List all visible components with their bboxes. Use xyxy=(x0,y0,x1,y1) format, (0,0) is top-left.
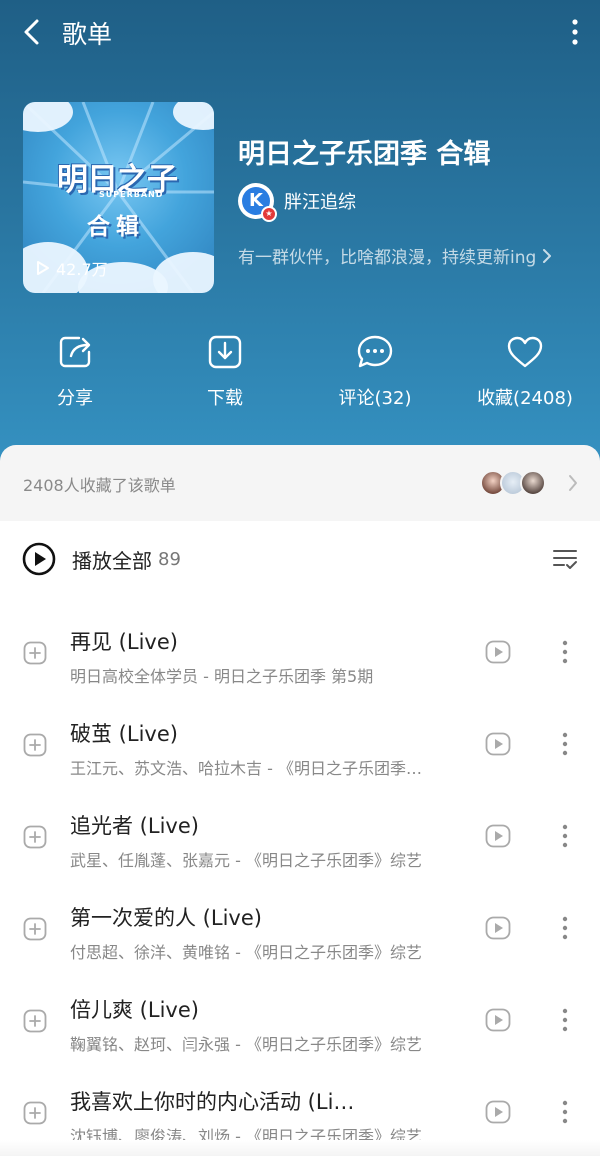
play-count-value: 42.7万 xyxy=(56,260,108,279)
comment-icon xyxy=(357,335,393,368)
song-title: 倍儿爽 (Live) xyxy=(70,998,199,1022)
song-meta: 明日高校全体学员 - 明日之子乐团季 第5期 xyxy=(70,667,374,686)
add-song-icon[interactable] xyxy=(23,733,47,757)
playlist-title: 明日之子乐团季 合辑 xyxy=(238,139,491,170)
play-all-button[interactable]: 播放全部 89 xyxy=(22,542,181,576)
song-row[interactable]: 破茧 (Live) 王江元、苏文浩、哈拉木吉 - 《明日之子乐团季… xyxy=(0,699,600,791)
creator-avatar[interactable]: K ★ xyxy=(238,183,277,222)
add-song-icon[interactable] xyxy=(23,917,47,941)
song-row[interactable]: 再见 (Live) 明日高校全体学员 - 明日之子乐团季 第5期 xyxy=(0,607,600,699)
creator-info[interactable]: K ★ 胖汪追综 xyxy=(238,183,356,222)
song-list: 播放全部 89 再见 (Live) 明日高校全体学员 - 明日之子乐团季 第5期 xyxy=(0,521,600,1156)
song-title: 第一次爱的人 (Live) xyxy=(70,906,262,930)
description-text: 有一群伙伴，比啥都浪漫，持续更新ing xyxy=(238,248,537,268)
chevron-left-icon xyxy=(24,19,39,45)
more-vertical-icon[interactable] xyxy=(559,731,571,757)
song-meta: 武星、任胤蓬、张嘉元 - 《明日之子乐团季》综艺 xyxy=(70,851,422,870)
cover-sub-text: SUPERBAND xyxy=(99,190,164,199)
more-options-button[interactable] xyxy=(568,18,582,46)
share-label: 分享 xyxy=(57,388,93,409)
more-vertical-icon[interactable] xyxy=(559,823,571,849)
comment-label: 评论(32) xyxy=(338,388,412,409)
video-play-icon[interactable] xyxy=(485,916,511,940)
song-title: 追光者 (Live) xyxy=(70,814,199,838)
play-circle-icon xyxy=(22,542,56,576)
song-row[interactable]: 追光者 (Live) 武星、任胤蓬、张嘉元 - 《明日之子乐团季》综艺 xyxy=(0,791,600,883)
list-check-icon xyxy=(553,550,577,569)
video-play-icon[interactable] xyxy=(485,640,511,664)
more-vertical-icon xyxy=(572,19,578,45)
playlist-description[interactable]: 有一群伙伴，比啥都浪漫，持续更新ing xyxy=(238,243,552,268)
song-meta: 王江元、苏文浩、哈拉木吉 - 《明日之子乐团季… xyxy=(70,759,422,778)
collector-avatars xyxy=(480,470,550,496)
favorite-label: 收藏(2408) xyxy=(477,388,573,409)
collectors-row[interactable]: 2408人收藏了该歌单 xyxy=(0,445,600,521)
download-label: 下载 xyxy=(207,388,243,409)
action-bar: 分享 下载 评论(32) 收藏(2408) xyxy=(0,330,600,420)
favorite-button[interactable]: 收藏(2408) xyxy=(450,330,600,410)
page-title: 歌单 xyxy=(62,20,113,49)
bottom-edge xyxy=(0,1140,600,1156)
more-vertical-icon[interactable] xyxy=(559,639,571,665)
heart-icon xyxy=(507,336,543,368)
collectors-text: 2408人收藏了该歌单 xyxy=(23,476,176,495)
add-song-icon[interactable] xyxy=(23,1101,47,1125)
song-meta: 付思超、徐洋、黄唯铭 - 《明日之子乐团季》综艺 xyxy=(70,943,422,962)
multi-select-button[interactable] xyxy=(552,547,578,575)
avatar xyxy=(520,470,546,496)
add-song-icon[interactable] xyxy=(23,825,47,849)
star-badge-icon: ★ xyxy=(261,206,277,222)
more-vertical-icon[interactable] xyxy=(559,1007,571,1033)
video-play-icon[interactable] xyxy=(485,1008,511,1032)
playlist-cover[interactable]: 明日之子 SUPERBAND 合辑 42.7万 xyxy=(23,102,214,293)
add-song-icon[interactable] xyxy=(23,641,47,665)
download-button[interactable]: 下载 xyxy=(150,330,300,410)
video-play-icon[interactable] xyxy=(485,732,511,756)
more-vertical-icon[interactable] xyxy=(559,1099,571,1125)
song-title: 我喜欢上你时的内心活动 (Li… xyxy=(70,1090,355,1114)
play-all-label: 播放全部 xyxy=(72,548,152,573)
play-outline-icon xyxy=(37,261,49,275)
playlist-header: 歌单 明日之子 SUPERBAND 合辑 42.7万 明日之子乐团季 合辑 K … xyxy=(0,0,600,470)
video-play-icon[interactable] xyxy=(485,824,511,848)
song-title: 再见 (Live) xyxy=(70,630,178,654)
song-meta: 鞠翼铭、赵珂、闫永强 - 《明日之子乐团季》综艺 xyxy=(70,1035,422,1054)
song-row[interactable]: 第一次爱的人 (Live) 付思超、徐洋、黄唯铭 - 《明日之子乐团季》综艺 xyxy=(0,883,600,975)
song-row[interactable]: 倍儿爽 (Live) 鞠翼铭、赵珂、闫永强 - 《明日之子乐团季》综艺 xyxy=(0,975,600,1067)
share-icon xyxy=(59,336,91,368)
download-icon xyxy=(208,335,242,369)
creator-name[interactable]: 胖汪追综 xyxy=(284,188,356,214)
top-bar: 歌单 xyxy=(0,0,600,64)
comment-button[interactable]: 评论(32) xyxy=(300,330,450,410)
chevron-right-icon xyxy=(569,475,577,491)
more-vertical-icon[interactable] xyxy=(559,915,571,941)
video-play-icon[interactable] xyxy=(485,1100,511,1124)
song-count: 89 xyxy=(158,548,181,570)
play-count: 42.7万 xyxy=(36,256,108,280)
back-button[interactable] xyxy=(18,16,48,48)
add-song-icon[interactable] xyxy=(23,1009,47,1033)
cover-album-text: 合辑 xyxy=(87,214,145,240)
share-button[interactable]: 分享 xyxy=(0,330,150,410)
chevron-right-icon xyxy=(543,248,552,263)
song-title: 破茧 (Live) xyxy=(70,722,178,746)
